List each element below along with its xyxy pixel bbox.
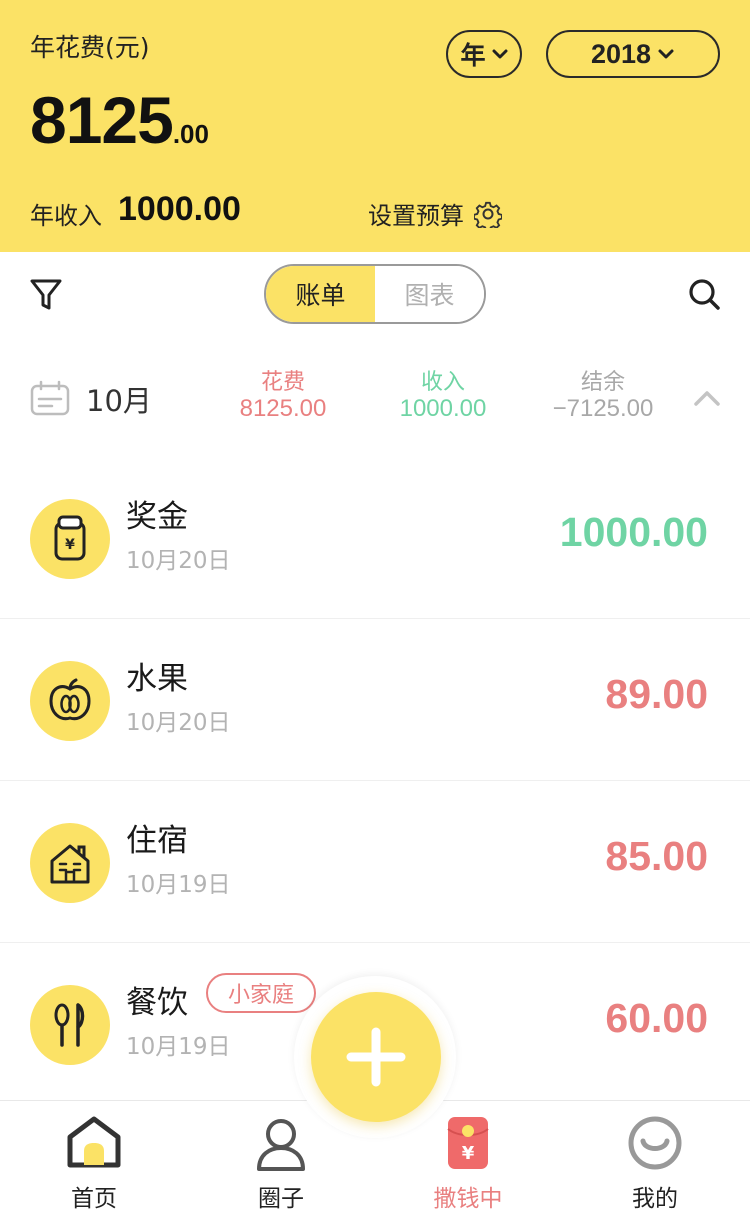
summary-income-value: 1000.00 [399, 395, 487, 422]
annual-income-label: 年收入 [30, 202, 102, 230]
home-icon [67, 1116, 121, 1168]
nav-label: 圈子 [258, 1186, 304, 1212]
record-date: 10月19日 [126, 872, 231, 898]
record-category: 住宿 [126, 823, 188, 859]
house-icon [30, 823, 110, 903]
nav-label: 首页 [71, 1186, 117, 1212]
record-category: 水果 [126, 661, 188, 697]
record-tag: 小家庭 [206, 973, 317, 1013]
chevron-down-icon [492, 49, 507, 59]
record-date: 10月19日 [126, 1034, 231, 1060]
search-button[interactable] [686, 276, 722, 312]
nav-label: 撒钱中 [433, 1186, 503, 1212]
plus-icon [346, 1027, 406, 1087]
utensils-icon [30, 985, 110, 1065]
apple-icon [30, 661, 110, 741]
amount-integer: 8125 [30, 83, 174, 157]
summary-income-label: 收入 [420, 370, 465, 395]
add-record-button[interactable] [311, 992, 441, 1122]
list-item[interactable]: ¥ 奖金 10月20日 1000.00 [0, 457, 750, 619]
summary-balance-value: −7125.00 [552, 395, 654, 422]
calendar-icon [30, 380, 70, 416]
period-selector[interactable]: 年 [446, 30, 522, 78]
annual-expense-title: 年花费(元) [30, 33, 150, 62]
record-category: 餐饮 [126, 985, 188, 1021]
year-selector[interactable]: 2018 [546, 30, 720, 78]
search-icon [689, 279, 720, 310]
set-budget-label: 设置预算 [368, 202, 464, 230]
nav-item-home[interactable]: 首页 [19, 1101, 169, 1220]
tab-charts[interactable]: 图表 [375, 266, 484, 322]
list-item[interactable]: 住宿 10月19日 85.00 [0, 781, 750, 943]
summary-header: 年花费(元) 8125.00 年 2018 年收入 1000.00 设置预算 [0, 0, 750, 252]
nav-item-me[interactable]: 我的 [580, 1101, 730, 1220]
chevron-up-icon[interactable] [692, 388, 722, 408]
record-amount: 89.00 [605, 671, 708, 717]
record-amount: 60.00 [605, 995, 708, 1041]
summary-balance-label: 结余 [580, 370, 625, 395]
chevron-down-icon [658, 49, 674, 59]
svg-text:¥: ¥ [65, 537, 75, 553]
svg-text:¥: ¥ [462, 1143, 475, 1164]
list-item[interactable]: 水果 10月20日 89.00 [0, 619, 750, 781]
summary-expense: 花费 8125.00 [213, 370, 353, 422]
annual-income-value: 1000.00 [118, 190, 241, 228]
summary-expense-label: 花费 [260, 370, 305, 395]
record-amount: 1000.00 [559, 509, 708, 555]
period-label: 年 [460, 41, 486, 70]
summary-income: 收入 1000.00 [373, 370, 513, 422]
view-tabs: 账单 图表 [264, 264, 486, 324]
summary-month: 10月 [86, 384, 152, 418]
smile-icon [628, 1116, 682, 1170]
set-budget-button[interactable]: 设置预算 [368, 196, 502, 231]
annual-expense-amount: 8125.00 [30, 82, 209, 158]
tab-bills[interactable]: 账单 [266, 266, 375, 322]
user-icon [257, 1119, 305, 1171]
record-amount: 85.00 [605, 833, 708, 879]
record-category: 奖金 [126, 499, 188, 535]
summary-balance: 结余 −7125.00 [533, 370, 673, 422]
amount-decimal: .00 [172, 119, 209, 149]
wallet-icon: ¥ [30, 499, 110, 579]
nav-label: 我的 [632, 1186, 678, 1212]
record-date: 10月20日 [126, 548, 231, 574]
gear-icon [474, 201, 502, 228]
red-envelope-icon: ¥ [447, 1117, 489, 1169]
summary-expense-value: 8125.00 [239, 395, 327, 422]
filter-icon [30, 279, 62, 310]
filter-button[interactable] [28, 276, 64, 312]
record-date: 10月20日 [126, 710, 231, 736]
year-label: 2018 [590, 38, 652, 69]
